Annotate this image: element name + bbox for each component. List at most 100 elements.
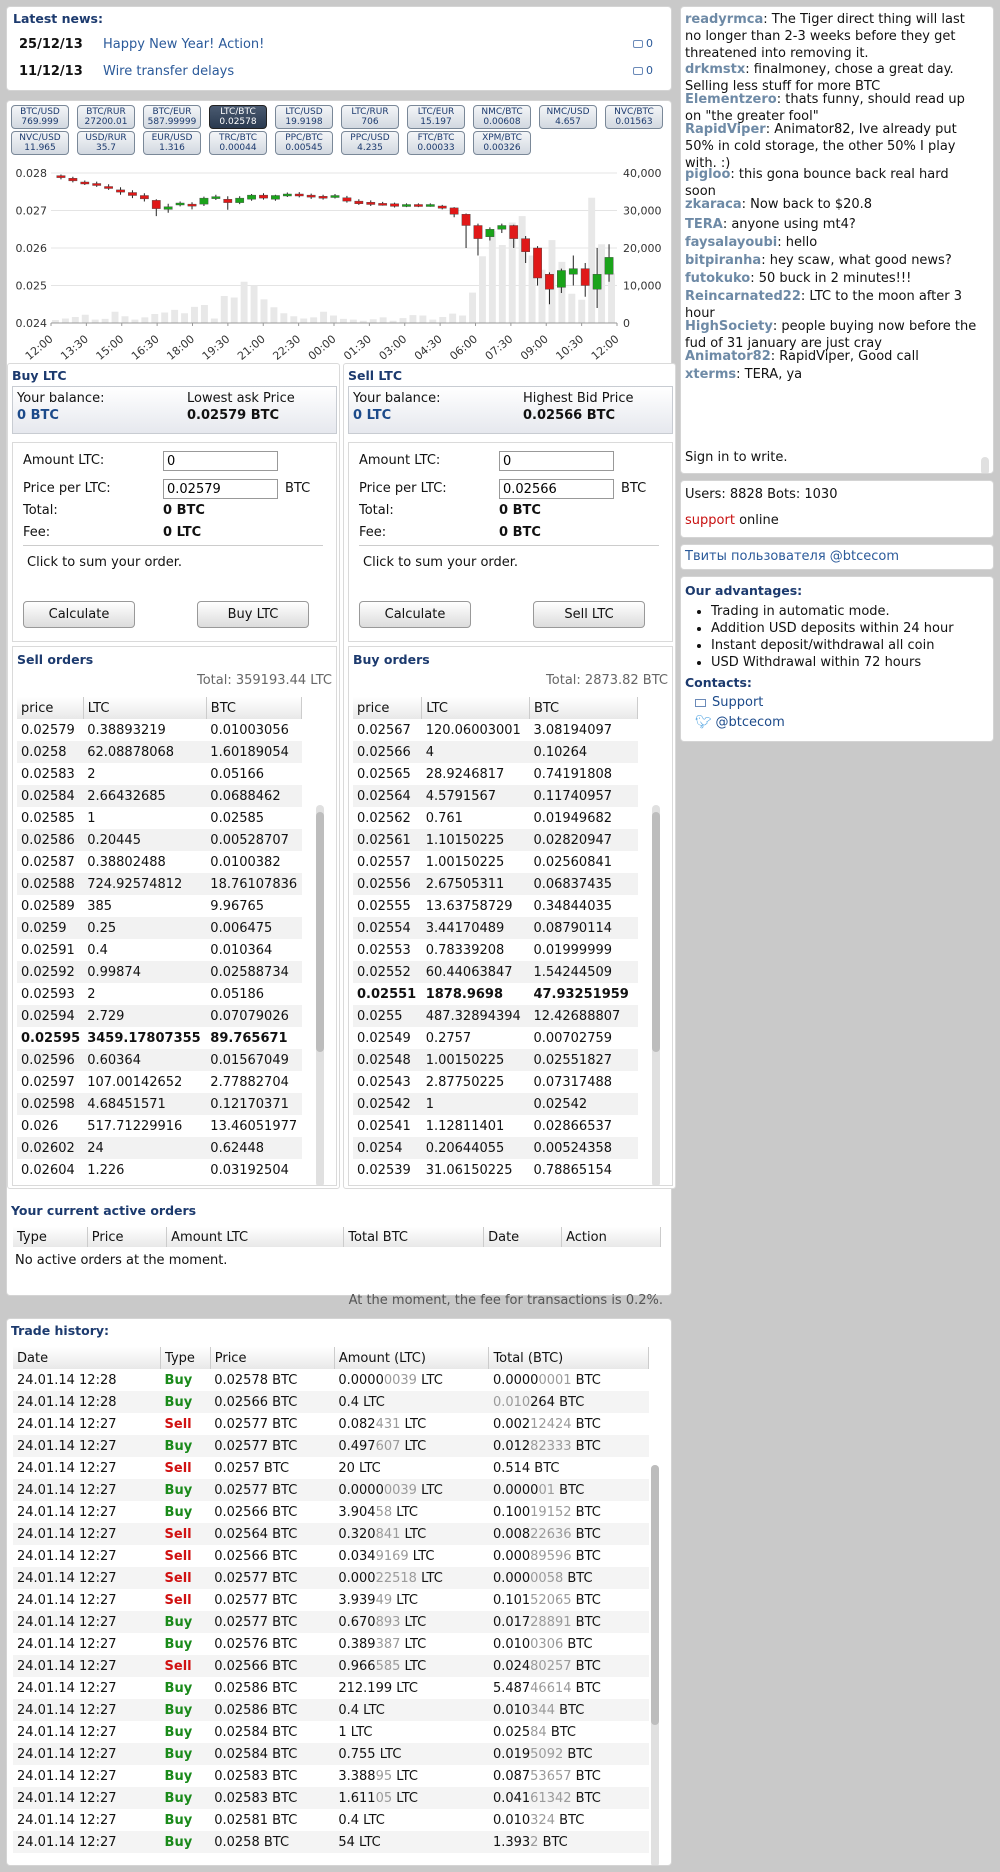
pair-button-nvc-btc[interactable]: NVC/BTC 0.01563 [605, 105, 663, 129]
order-row[interactable]: 0.02552 60.44063847 1.54244509 [353, 961, 638, 983]
support-link[interactable]: support [685, 513, 735, 528]
order-row[interactable]: 0.02565 28.9246817 0.74191808 [353, 763, 638, 785]
column-header[interactable]: price [17, 697, 84, 719]
pair-button-ltc-btc[interactable]: LTC/BTC 0.02578 [209, 105, 267, 129]
calculate-button[interactable]: Calculate [23, 601, 135, 628]
order-row[interactable]: 0.02561 1.10150225 0.02820947 [353, 829, 638, 851]
chat-username[interactable]: drkmstx [685, 62, 745, 77]
news-link[interactable]: Happy New Year! Action! [103, 37, 264, 52]
order-row[interactable]: 0.02597 107.00142652 2.77882704 [17, 1071, 302, 1093]
order-row[interactable]: 0.02554 3.44170489 0.08790114 [353, 917, 638, 939]
chat-username[interactable]: xterms [685, 367, 736, 382]
order-row[interactable]: 0.02585 1 0.02585 [17, 807, 302, 829]
pair-button-ltc-eur[interactable]: LTC/EUR 15.197 [407, 105, 465, 129]
order-row[interactable]: 0.02543 2.87750225 0.07317488 [353, 1071, 638, 1093]
pair-button-xpm-btc[interactable]: XPM/BTC 0.00326 [473, 131, 531, 155]
column-header[interactable]: Total (BTC) [488, 1347, 649, 1369]
order-row[interactable]: 0.02542 1 0.02542 [353, 1093, 638, 1115]
order-row[interactable]: 0.02602 24 0.62448 [17, 1137, 302, 1159]
column-header[interactable]: LTC [83, 697, 207, 719]
chat-username[interactable]: faysalayoubi [685, 235, 777, 250]
column-header[interactable]: Price [210, 1347, 335, 1369]
pair-button-btc-rur[interactable]: BTC/RUR 27200.01 [77, 105, 135, 129]
order-row[interactable]: 0.02551 1878.9698 47.93251959 [353, 983, 638, 1005]
order-row[interactable]: 0.02548 1.00150225 0.02551827 [353, 1049, 638, 1071]
twitter-link[interactable]: Твиты пользователя @btcecom [685, 549, 899, 564]
order-row[interactable]: 0.02596 0.60364 0.01567049 [17, 1049, 302, 1071]
chat-username[interactable]: Animator82 [685, 349, 771, 364]
order-row[interactable]: 0.02564 4.5791567 0.11740957 [353, 785, 638, 807]
pair-button-nmc-usd[interactable]: NMC/USD 4.657 [539, 105, 597, 129]
order-row[interactable]: 0.02555 13.63758729 0.34844035 [353, 895, 638, 917]
scrollbar-thumb[interactable] [316, 812, 324, 1052]
order-row[interactable]: 0.02541 1.12811401 0.02866537 [353, 1115, 638, 1137]
column-header[interactable]: BTC [206, 697, 303, 719]
order-row[interactable]: 0.0254 0.20644055 0.00524358 [353, 1137, 638, 1159]
chat-username[interactable]: pigloo [685, 167, 730, 182]
buy-price-input[interactable] [163, 479, 278, 499]
sum-hint[interactable]: Click to sum your order. [363, 555, 518, 570]
order-row[interactable]: 0.02567 120.06003001 3.08194097 [353, 719, 638, 741]
sign-in-link[interactable]: Sign in to write. [685, 449, 981, 466]
pair-button-nvc-usd[interactable]: NVC/USD 11.965 [11, 131, 69, 155]
order-row[interactable]: 0.02593 2 0.05186 [17, 983, 302, 1005]
order-row[interactable]: 0.0258 62.08878068 1.60189054 [17, 741, 302, 763]
order-row[interactable]: 0.02591 0.4 0.010364 [17, 939, 302, 961]
ask-value[interactable]: 0.02579 BTC [187, 408, 279, 423]
scrollbar-track[interactable] [981, 457, 989, 473]
chat-username[interactable]: RapidViper [685, 122, 766, 137]
pair-button-ltc-usd[interactable]: LTC/USD 19.9198 [275, 105, 333, 129]
scrollbar-thumb[interactable] [651, 1465, 659, 1725]
order-row[interactable]: 0.02584 2.66432685 0.0688462 [17, 785, 302, 807]
chat-username[interactable]: futokuko [685, 271, 750, 286]
chat-username[interactable]: readyrmca [685, 12, 763, 27]
chat-username[interactable]: HighSociety [685, 319, 773, 334]
news-item[interactable]: 25/12/13 Happy New Year! Action! 0 [13, 37, 653, 57]
pair-button-btc-usd[interactable]: BTC/USD 769.999 [11, 105, 69, 129]
column-header[interactable]: Date [13, 1347, 162, 1369]
sum-hint[interactable]: Click to sum your order. [27, 555, 182, 570]
order-row[interactable]: 0.02587 0.38802488 0.0100382 [17, 851, 302, 873]
order-row[interactable]: 0.02549 0.2757 0.00702759 [353, 1027, 638, 1049]
order-row[interactable]: 0.02588 724.92574812 18.76107836 [17, 873, 302, 895]
news-comments[interactable]: 0 [633, 37, 653, 50]
news-link[interactable]: Wire transfer delays [103, 64, 234, 79]
order-row[interactable]: 0.0255 487.32894394 12.42688807 [353, 1005, 638, 1027]
order-row[interactable]: 0.02583 2 0.05166 [17, 763, 302, 785]
column-header[interactable]: LTC [421, 697, 530, 719]
pair-button-nmc-btc[interactable]: NMC/BTC 0.00608 [473, 105, 531, 129]
pair-button-eur-usd[interactable]: EUR/USD 1.316 [143, 131, 201, 155]
pair-button-ppc-btc[interactable]: PPC/BTC 0.00545 [275, 131, 333, 155]
pair-button-ppc-usd[interactable]: PPC/USD 4.235 [341, 131, 399, 155]
chat-username[interactable]: Reincarnated22 [685, 289, 801, 304]
sell-amount-input[interactable] [499, 451, 614, 471]
pair-button-ftc-btc[interactable]: FTC/BTC 0.00033 [407, 131, 465, 155]
order-row[interactable]: 0.02592 0.99874 0.02588734 [17, 961, 302, 983]
news-item[interactable]: 11/12/13 Wire transfer delays 0 [13, 64, 653, 84]
column-header[interactable]: price [353, 697, 423, 719]
order-row[interactable]: 0.0259 0.25 0.006475 [17, 917, 302, 939]
bid-value[interactable]: 0.02566 BTC [523, 408, 615, 423]
sell-price-input[interactable] [499, 479, 614, 499]
column-header[interactable]: Amount (LTC) [334, 1347, 490, 1369]
order-row[interactable]: 0.02566 4 0.10264 [353, 741, 638, 763]
news-comments[interactable]: 0 [633, 64, 653, 77]
pair-button-usd-rur[interactable]: USD/RUR 35.7 [77, 131, 135, 155]
column-header[interactable]: Type [160, 1347, 211, 1369]
order-row[interactable]: 0.02595 3459.17807355 89.765671 [17, 1027, 302, 1049]
chat-username[interactable]: TERA [685, 217, 723, 232]
pair-button-trc-btc[interactable]: TRC/BTC 0.00044 [209, 131, 267, 155]
scrollbar-thumb[interactable] [652, 812, 660, 1052]
contact-support[interactable]: Support [695, 695, 763, 710]
order-row[interactable]: 0.02539 31.06150225 0.78865154 [353, 1159, 638, 1181]
chat-username[interactable]: Elementzero [685, 92, 777, 107]
order-row[interactable]: 0.02604 1.226 0.03192504 [17, 1159, 302, 1181]
chat-username[interactable]: zkaraca [685, 197, 742, 212]
order-row[interactable]: 0.02586 0.20445 0.00528707 [17, 829, 302, 851]
pair-button-ltc-rur[interactable]: LTC/RUR 706 [341, 105, 399, 129]
chat-username[interactable]: bitpiranha [685, 253, 761, 268]
order-row[interactable]: 0.02598 4.68451571 0.12170371 [17, 1093, 302, 1115]
order-row[interactable]: 0.02589 385 9.96765 [17, 895, 302, 917]
order-row[interactable]: 0.02556 2.67505311 0.06837435 [353, 873, 638, 895]
order-row[interactable]: 0.02579 0.38893219 0.01003056 [17, 719, 302, 741]
